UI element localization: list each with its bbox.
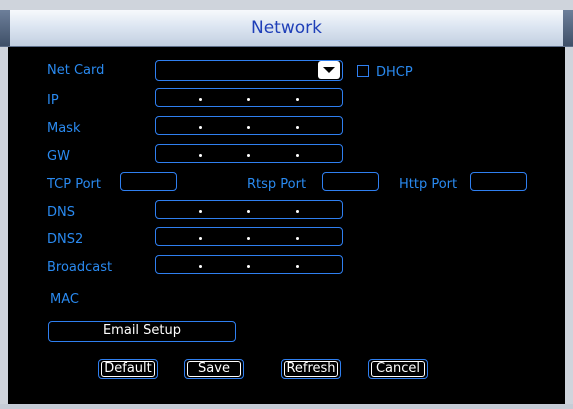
dns2-separator-dot <box>296 237 299 240</box>
broadcast-separator-dot <box>247 265 250 268</box>
broadcast-field[interactable] <box>155 255 343 274</box>
http-port-field[interactable] <box>470 172 527 191</box>
dns-label: DNS <box>47 205 75 220</box>
net-card-label: Net Card <box>47 63 105 78</box>
dns-separator-dot <box>247 210 250 213</box>
rtsp-port-label: Rtsp Port <box>247 177 307 192</box>
tcp-port-field[interactable] <box>120 172 177 191</box>
mask-separator-dot <box>247 126 250 129</box>
email-setup-button[interactable]: Email Setup <box>48 321 236 342</box>
dhcp-checkbox[interactable] <box>357 65 369 77</box>
rtsp-port-field[interactable] <box>322 172 379 191</box>
net-card-dropdown-button[interactable] <box>318 61 340 79</box>
mask-separator-dot <box>199 126 202 129</box>
tcp-port-label: TCP Port <box>47 177 101 192</box>
dns2-separator-dot <box>199 237 202 240</box>
dns-separator-dot <box>296 210 299 213</box>
broadcast-label: Broadcast <box>47 260 113 275</box>
title-bar: Network <box>0 10 573 47</box>
cancel-button[interactable]: Cancel <box>368 359 428 379</box>
email-setup-button-label: Email Setup <box>102 323 182 338</box>
dialog-title: Network <box>251 18 322 38</box>
cancel-button-label: Cancel <box>375 361 421 376</box>
broadcast-separator-dot <box>199 265 202 268</box>
refresh-button[interactable]: Refresh <box>281 359 341 379</box>
gw-label: GW <box>47 149 70 164</box>
ip-separator-dot <box>247 98 250 101</box>
subnet-mask-field[interactable] <box>155 116 343 135</box>
gateway-field[interactable] <box>155 144 343 163</box>
save-button-label: Save <box>198 361 230 376</box>
ip-address-field[interactable] <box>155 88 343 107</box>
dns-field[interactable] <box>155 200 343 219</box>
ip-label: IP <box>47 93 59 108</box>
dns-separator-dot <box>199 210 202 213</box>
title-bar-right-cap <box>563 10 573 46</box>
broadcast-separator-dot <box>296 265 299 268</box>
mask-label: Mask <box>47 121 81 136</box>
http-port-label: Http Port <box>399 177 458 192</box>
mask-separator-dot <box>296 126 299 129</box>
default-button-label: Default <box>104 361 152 376</box>
dns2-separator-dot <box>247 237 250 240</box>
network-dialog: Network Net Card DHCP IP Mask GW TCP Por… <box>0 0 573 409</box>
default-button[interactable]: Default <box>98 359 158 379</box>
refresh-button-label: Refresh <box>286 361 336 376</box>
dns2-field[interactable] <box>155 227 343 246</box>
ip-separator-dot <box>296 98 299 101</box>
dhcp-label: DHCP <box>376 65 413 80</box>
gw-separator-dot <box>247 154 250 157</box>
net-card-select[interactable] <box>155 60 343 81</box>
chevron-down-icon <box>323 67 335 73</box>
gw-separator-dot <box>296 154 299 157</box>
save-button[interactable]: Save <box>184 359 244 379</box>
ip-separator-dot <box>199 98 202 101</box>
mac-label: MAC <box>50 292 79 307</box>
bottom-border <box>0 404 573 409</box>
dns2-label: DNS2 <box>47 232 84 247</box>
gw-separator-dot <box>199 154 202 157</box>
